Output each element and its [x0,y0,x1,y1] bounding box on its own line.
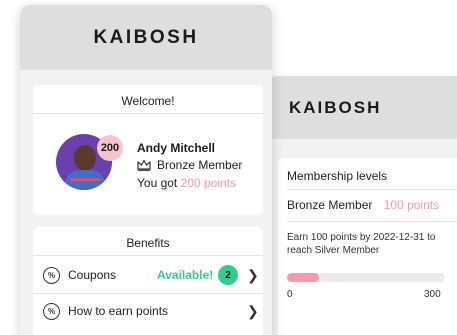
current-level-label: Bronze Member [287,198,373,212]
percent-icon: % [43,302,60,320]
membership-levels-card: Membership levels Bronze Member 100 poin… [278,158,457,335]
membership-screen: KAIBOSH Membership levels Bronze Member … [268,76,457,335]
welcome-card: Welcome! 200 Andy Mitchell Bronze Member… [33,85,263,215]
current-level-points: 100 points [383,198,440,212]
divider [287,221,457,222]
points-value: 200 points [180,176,236,190]
chevron-right-icon: ❯ [247,302,259,319]
level-progress-fill [287,273,319,282]
divider [33,255,263,256]
benefit-label: Coupons [68,268,117,282]
benefit-label: How to earn points [68,304,169,318]
level-progress-note: Earn 100 points by 2022-12-31 to reach S… [287,232,436,256]
brand-logo: KAIBOSH [289,97,382,117]
current-level-row: Bronze Member 100 points [287,198,439,212]
level-progress-bar [287,273,445,282]
divider [33,113,263,114]
points-summary: You got 200 points [137,176,236,190]
brand-logo: KAIBOSH [93,26,199,48]
benefit-item-coupons[interactable]: % Coupons Available! 2 ❯ [33,260,263,290]
availability-status: Available! [157,268,214,282]
membership-row: Bronze Member [137,158,242,172]
welcome-title: Welcome! [121,94,175,108]
points-badge: 200 [97,135,123,161]
progress-max-label: 300 [424,289,441,300]
points-prefix: You got [137,176,181,190]
benefits-card: Benefits % Coupons Available! 2 ❯ % How … [33,227,263,335]
benefit-item-how-to-earn-points[interactable]: % How to earn points ❯ [33,296,263,326]
divider [33,293,263,294]
benefits-title: Benefits [126,236,170,250]
coupon-count-badge: 2 [218,265,238,285]
crown-icon [137,159,151,171]
home-screen: KAIBOSH Welcome! 200 Andy Mitchell Bronz… [20,5,272,335]
progress-min-label: 0 [287,289,293,300]
percent-icon: % [43,266,60,284]
membership-levels-title: Membership levels [287,169,388,183]
chevron-right-icon: ❯ [247,266,259,283]
user-name: Andy Mitchell [137,141,216,155]
membership-label: Bronze Member [157,158,243,172]
app-header: KAIBOSH [268,76,457,139]
divider [287,189,457,190]
app-header: KAIBOSH [20,5,272,70]
